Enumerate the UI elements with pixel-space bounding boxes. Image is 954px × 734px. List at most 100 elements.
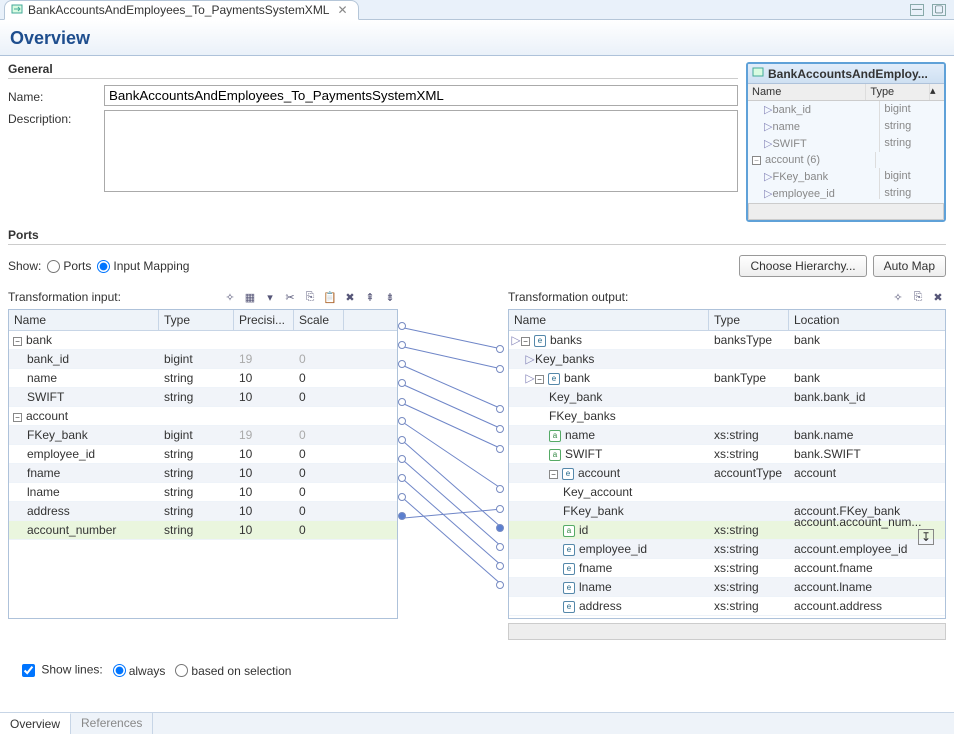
- copy-icon[interactable]: ⎘: [302, 289, 318, 305]
- output-row[interactable]: aidxs:stringaccount.account_num...↧: [509, 521, 945, 540]
- output-row[interactable]: efnamexs:stringaccount.fname: [509, 559, 945, 578]
- column-header[interactable]: Precisi...: [234, 310, 294, 330]
- output-grid[interactable]: NameTypeLocation ▷−ebanksbanksTypebank▷K…: [508, 309, 946, 619]
- choose-hierarchy-button[interactable]: Choose Hierarchy...: [739, 255, 866, 277]
- copy-icon[interactable]: ⎘: [910, 289, 926, 305]
- input-row[interactable]: −account: [9, 407, 397, 426]
- output-row[interactable]: FKey_banks: [509, 407, 945, 426]
- output-row[interactable]: ▷−ebankbankTypebank: [509, 369, 945, 388]
- tab-references[interactable]: References: [71, 713, 153, 734]
- mapping-port[interactable]: [496, 505, 504, 513]
- tab-overview[interactable]: Overview: [0, 713, 71, 734]
- column-header[interactable]: Type: [709, 310, 789, 330]
- column-header[interactable]: Type: [159, 310, 234, 330]
- editor-tab-active[interactable]: BankAccountsAndEmployees_To_PaymentsSyst…: [4, 0, 359, 20]
- column-header[interactable]: Name: [509, 310, 709, 330]
- structure-thumbnail[interactable]: BankAccountsAndEmploy... Name Type ▴ ▷ba…: [746, 62, 946, 222]
- thumb-col-name[interactable]: Name: [748, 84, 866, 100]
- mapping-port[interactable]: [496, 445, 504, 453]
- input-row[interactable]: account_numberstring100: [9, 521, 397, 540]
- input-row[interactable]: −bank: [9, 331, 397, 350]
- paste-icon[interactable]: 📋: [322, 289, 338, 305]
- column-header[interactable]: [344, 310, 384, 330]
- thumb-col-type[interactable]: Type: [866, 84, 930, 100]
- up-icon[interactable]: ⇞: [362, 289, 378, 305]
- input-row[interactable]: addressstring100: [9, 502, 397, 521]
- output-row[interactable]: ▷Key_banks: [509, 350, 945, 369]
- input-row[interactable]: bank_idbigint190: [9, 350, 397, 369]
- mapping-port[interactable]: [398, 474, 406, 482]
- minimize-icon[interactable]: —: [910, 4, 924, 16]
- output-scrollbar-h[interactable]: [508, 623, 946, 640]
- mapping-port[interactable]: [496, 345, 504, 353]
- radio-lines-selection[interactable]: based on selection: [175, 664, 291, 678]
- input-row[interactable]: lnamestring100: [9, 483, 397, 502]
- expand-icon[interactable]: −: [752, 156, 761, 165]
- radio-input-mapping[interactable]: Input Mapping: [97, 259, 189, 273]
- mapping-port[interactable]: [496, 562, 504, 570]
- wand-icon[interactable]: ✧: [890, 289, 906, 305]
- maximize-icon[interactable]: ▢: [932, 4, 946, 16]
- collapse-icon[interactable]: −: [13, 337, 22, 346]
- thumb-row[interactable]: ▷SWIFTstring: [748, 135, 944, 152]
- input-row[interactable]: FKey_bankbigint190: [9, 426, 397, 445]
- output-row[interactable]: Key_bankbank.bank_id: [509, 388, 945, 407]
- thumb-row[interactable]: ▷FKey_bankbigint: [748, 168, 944, 185]
- collapse-icon[interactable]: −: [549, 470, 558, 479]
- thumb-row[interactable]: ▷bank_idbigint: [748, 101, 944, 118]
- collapse-icon[interactable]: −: [535, 375, 544, 384]
- down-icon[interactable]: ⇟: [382, 289, 398, 305]
- new-icon[interactable]: ▦: [242, 289, 258, 305]
- output-row[interactable]: eemployee_idxs:stringaccount.employee_id: [509, 540, 945, 559]
- mapping-port[interactable]: [496, 425, 504, 433]
- output-row[interactable]: elnamexs:stringaccount.lname: [509, 578, 945, 597]
- mapping-port[interactable]: [398, 436, 406, 444]
- collapse-icon[interactable]: −: [521, 337, 530, 346]
- output-row[interactable]: anamexs:stringbank.name: [509, 426, 945, 445]
- output-row[interactable]: Key_account: [509, 483, 945, 502]
- name-input[interactable]: [104, 85, 738, 106]
- mapping-port[interactable]: [496, 405, 504, 413]
- output-row[interactable]: ▷−ebanksbanksTypebank: [509, 331, 945, 350]
- mapping-port[interactable]: [496, 485, 504, 493]
- mapping-port[interactable]: [398, 455, 406, 463]
- delete-icon[interactable]: ✖: [342, 289, 358, 305]
- auto-map-button[interactable]: Auto Map: [873, 255, 946, 277]
- column-header[interactable]: Scale: [294, 310, 344, 330]
- description-input[interactable]: [104, 110, 738, 192]
- thumb-row[interactable]: −account (6): [748, 152, 944, 168]
- output-row[interactable]: −eaccountaccountTypeaccount: [509, 464, 945, 483]
- collapse-icon[interactable]: −: [13, 413, 22, 422]
- mapping-port[interactable]: [398, 398, 406, 406]
- input-grid[interactable]: NameTypePrecisi...Scale −bankbank_idbigi…: [8, 309, 398, 619]
- mapping-port[interactable]: [496, 524, 504, 532]
- mapping-port[interactable]: [398, 417, 406, 425]
- close-icon[interactable]: ✕: [337, 3, 347, 17]
- input-row[interactable]: fnamestring100: [9, 464, 397, 483]
- thumb-row[interactable]: ▷employee_idstring: [748, 185, 944, 199]
- input-row[interactable]: namestring100: [9, 369, 397, 388]
- thumb-row[interactable]: ▷namestring: [748, 118, 944, 135]
- radio-ports[interactable]: Ports: [47, 259, 91, 273]
- input-row[interactable]: employee_idstring100: [9, 445, 397, 464]
- cut-icon[interactable]: ✂: [282, 289, 298, 305]
- mapping-port[interactable]: [496, 543, 504, 551]
- wand-icon[interactable]: ✧: [222, 289, 238, 305]
- delete-icon[interactable]: ✖: [930, 289, 946, 305]
- input-row[interactable]: SWIFTstring100: [9, 388, 397, 407]
- output-row[interactable]: eaddressxs:stringaccount.address: [509, 597, 945, 616]
- column-header[interactable]: Location: [789, 310, 939, 330]
- mapping-port[interactable]: [496, 365, 504, 373]
- output-row[interactable]: aSWIFTxs:stringbank.SWIFT: [509, 445, 945, 464]
- mapping-port[interactable]: [398, 493, 406, 501]
- mapping-port[interactable]: [398, 322, 406, 330]
- column-header[interactable]: Name: [9, 310, 159, 330]
- mapping-port[interactable]: [398, 360, 406, 368]
- thumb-scrollbar-h[interactable]: [748, 203, 944, 220]
- mapping-port[interactable]: [496, 581, 504, 589]
- split-icon[interactable]: ▾: [262, 289, 278, 305]
- mapping-port[interactable]: [398, 512, 406, 520]
- mapping-port[interactable]: [398, 341, 406, 349]
- mapping-port[interactable]: [398, 379, 406, 387]
- mapping-area[interactable]: [398, 287, 508, 657]
